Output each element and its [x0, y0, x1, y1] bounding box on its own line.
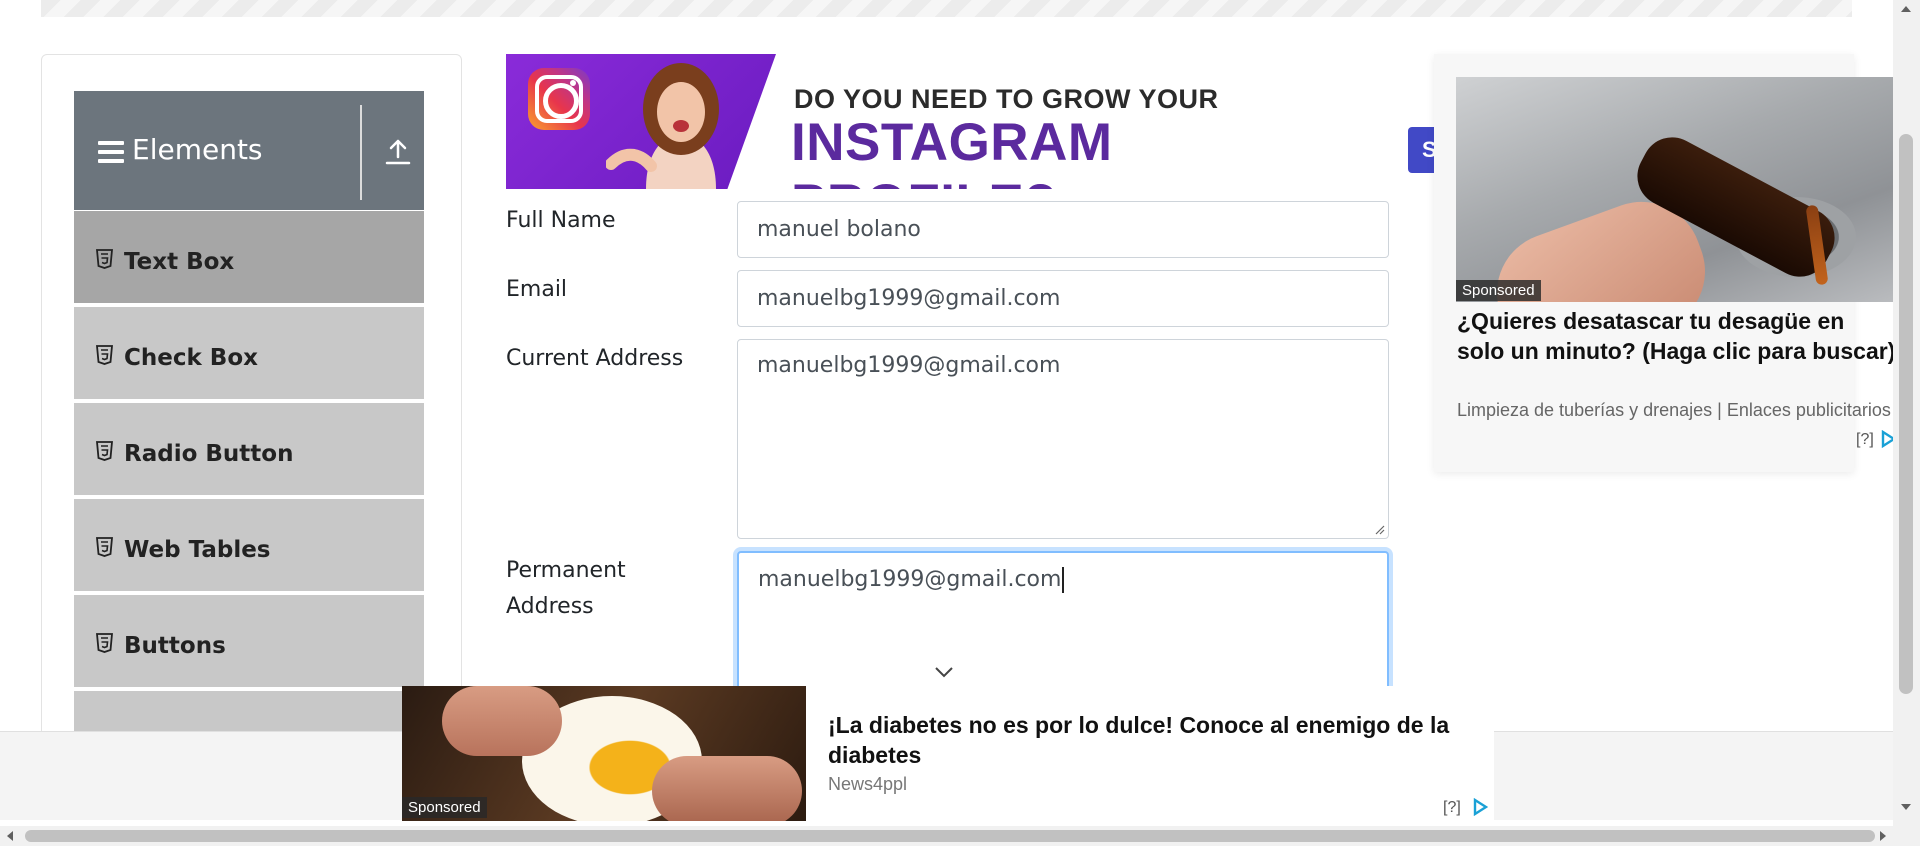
html5-icon	[96, 537, 113, 557]
banner-line-1: DO YOU NEED TO GROW YOUR	[794, 84, 1219, 114]
email-label: Email	[506, 277, 568, 302]
banner-line-2: INSTAGRAM PROFILE?	[791, 113, 1113, 189]
group-title: Elements	[132, 133, 263, 166]
full-name-label: Full Name	[506, 208, 616, 233]
full-name-input[interactable]	[737, 201, 1389, 258]
horizontal-scroll-thumb[interactable]	[25, 830, 1875, 842]
ad-help-link[interactable]: [?]	[1443, 799, 1461, 817]
right-ad-source: Limpieza de tuberías y drenajes | Enlace…	[1457, 400, 1891, 420]
text-caret	[1062, 567, 1065, 593]
elements-group-header[interactable]: Elements	[74, 91, 424, 210]
sidebar-item-label: Web Tables	[124, 537, 271, 563]
scroll-up-icon[interactable]	[1901, 6, 1911, 12]
current-address-label: Current Address	[506, 346, 684, 371]
bottom-ad-title[interactable]: ¡La diabetes no es por lo dulce! Conoce …	[828, 710, 1488, 770]
top-decorative-strip	[41, 0, 1852, 17]
bottom-sponsored-ad[interactable]: Sponsored ¡La diabetes no es por lo dulc…	[402, 686, 1494, 821]
ad-help-link[interactable]: [?]	[1856, 431, 1874, 449]
header-divider	[360, 105, 362, 200]
sidebar-item-text-box[interactable]: Text Box	[74, 211, 424, 305]
sidebar-item-buttons[interactable]: Buttons	[74, 595, 424, 689]
permanent-address-label: Permanent Address	[506, 558, 626, 619]
vertical-scrollbar[interactable]	[1893, 0, 1920, 826]
sidebar-item-radio-button[interactable]: Radio Button	[74, 403, 424, 497]
sponsored-badge: Sponsored	[402, 797, 487, 818]
scroll-left-icon[interactable]	[7, 831, 13, 841]
html5-icon	[96, 633, 113, 653]
sidebar-item-label: Check Box	[124, 345, 258, 371]
bottom-ad-source: News4ppl	[828, 774, 908, 794]
right-ad-title[interactable]: ¿Quieres desatascar tu desagüe en solo u…	[1457, 306, 1897, 366]
html5-icon	[96, 441, 113, 461]
horizontal-scrollbar[interactable]	[0, 826, 1920, 846]
hamburger-icon	[98, 141, 124, 163]
permanent-address-value: manuelbg1999@gmail.com	[758, 567, 1062, 592]
current-address-value: manuelbg1999@gmail.com	[757, 353, 1061, 378]
vertical-scroll-thumb[interactable]	[1899, 134, 1913, 694]
sidebar-item-label: Buttons	[124, 633, 226, 659]
resize-grip-icon[interactable]	[1375, 525, 1385, 535]
collapse-up-icon[interactable]	[384, 137, 412, 167]
sidebar-item-label: Radio Button	[124, 441, 294, 467]
sidebar-item-check-box[interactable]: Check Box	[74, 307, 424, 401]
drain-ad-image[interactable]	[1456, 77, 1896, 302]
scroll-down-icon[interactable]	[1901, 804, 1911, 810]
html5-icon	[96, 345, 113, 365]
email-input[interactable]	[737, 270, 1389, 327]
woman-illustration	[606, 63, 719, 189]
sponsored-badge: Sponsored	[1456, 280, 1541, 301]
sidebar-item-label: Text Box	[124, 249, 235, 275]
html5-icon	[96, 249, 113, 269]
sidebar-item-web-tables[interactable]: Web Tables	[74, 499, 424, 593]
instagram-banner-ad[interactable]: DO YOU NEED TO GROW YOUR INSTAGRAM PROFI…	[506, 54, 1390, 189]
chevron-down-icon[interactable]	[934, 665, 954, 679]
scroll-right-icon[interactable]	[1880, 831, 1886, 841]
current-address-textarea[interactable]: manuelbg1999@gmail.com	[737, 339, 1389, 539]
adchoices-icon[interactable]	[1472, 798, 1488, 816]
instagram-logo-icon	[528, 68, 590, 130]
